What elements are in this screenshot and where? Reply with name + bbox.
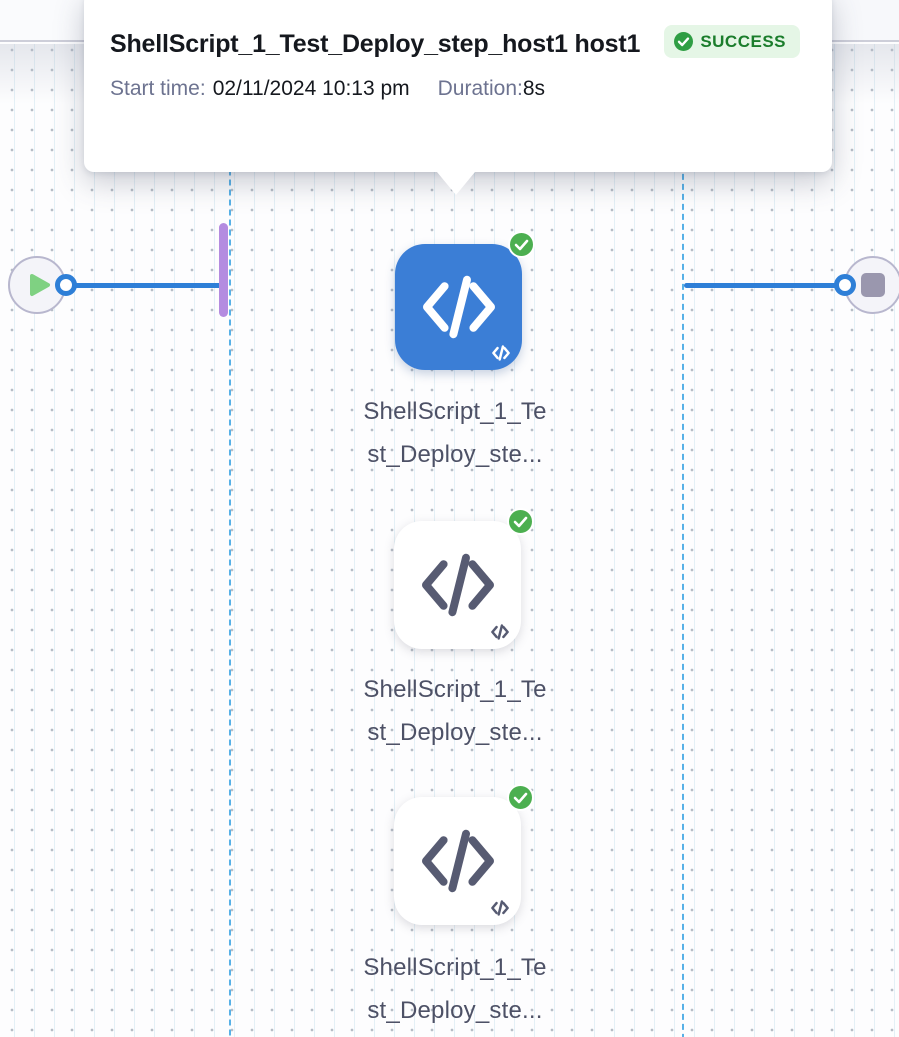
- start-time-value: 02/11/2024 10:13 pm: [213, 77, 410, 101]
- code-icon: [418, 826, 498, 896]
- step-label: ShellScript_1_Te st_Deploy_ste...: [330, 668, 580, 754]
- stage-progress-bar: [219, 223, 228, 317]
- step-label: ShellScript_1_Te st_Deploy_ste...: [330, 390, 580, 476]
- play-icon: [29, 272, 51, 298]
- start-time-label: Start time:: [110, 77, 206, 101]
- tooltip-title: ShellScript_1_Test_Deploy_step_host1 hos…: [110, 22, 665, 66]
- success-check-icon: [508, 231, 535, 258]
- code-icon: [419, 272, 499, 342]
- start-node-out-port[interactable]: [55, 274, 77, 296]
- step-label: ShellScript_1_Te st_Deploy_ste...: [330, 946, 580, 1032]
- end-node-in-port[interactable]: [834, 274, 856, 296]
- success-check-icon: [674, 32, 693, 51]
- step-details-tooltip: ShellScript_1_Test_Deploy_step_host1 hos…: [84, 0, 832, 172]
- duration-value: 8s: [523, 77, 545, 101]
- edge-start-to-group: [64, 283, 222, 288]
- code-icon: [418, 550, 498, 620]
- stop-icon: [861, 273, 885, 297]
- shell-script-mini-icon: [490, 624, 510, 640]
- pipeline-execution-canvas: ShellScript_1_Te st_Deploy_ste...: [0, 0, 899, 1037]
- success-check-icon: [507, 784, 534, 811]
- tooltip-meta: Start time: 02/11/2024 10:13 pm Duration…: [110, 77, 802, 101]
- duration-label: Duration:: [438, 77, 523, 101]
- tooltip-caret: [437, 172, 475, 195]
- step-node-shellscript-3[interactable]: [394, 797, 521, 925]
- status-badge-label: SUCCESS: [700, 32, 786, 52]
- shell-script-mini-icon: [491, 345, 511, 361]
- step-node-shellscript-2[interactable]: [394, 521, 521, 649]
- shell-script-mini-icon: [490, 900, 510, 916]
- edge-group-to-end: [684, 283, 838, 288]
- step-node-shellscript-1[interactable]: [395, 244, 522, 370]
- success-check-icon: [507, 508, 534, 535]
- status-badge: SUCCESS: [664, 25, 800, 58]
